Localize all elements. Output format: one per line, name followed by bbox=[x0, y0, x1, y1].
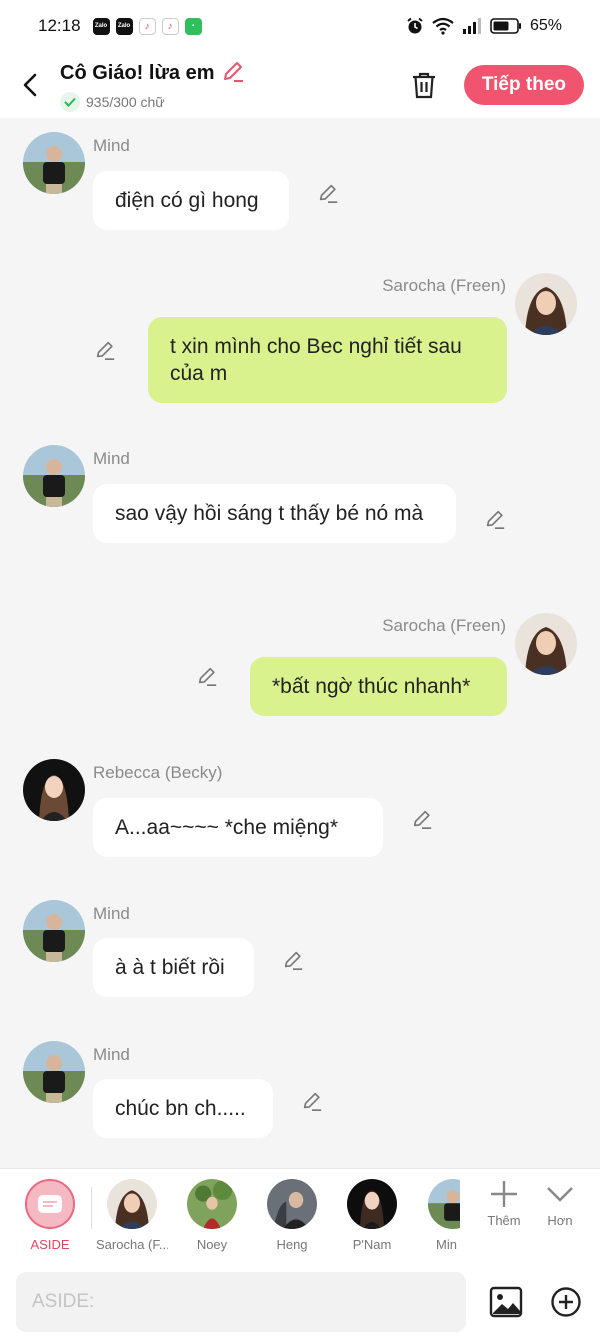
pencil-icon bbox=[96, 341, 115, 360]
battery-percent: 65% bbox=[529, 17, 562, 34]
battery-icon bbox=[490, 18, 521, 34]
character-noey[interactable]: Noey bbox=[172, 1179, 252, 1252]
messages-icon: ▪ bbox=[184, 17, 202, 35]
edit-message-button[interactable] bbox=[482, 506, 508, 532]
aside-icon bbox=[25, 1179, 75, 1229]
word-count: 935/300 chữ bbox=[86, 93, 165, 110]
back-button[interactable] bbox=[0, 55, 60, 115]
character-avatar bbox=[428, 1179, 460, 1229]
image-icon bbox=[489, 1286, 523, 1318]
edit-message-button[interactable] bbox=[92, 337, 118, 363]
message-bubble[interactable]: sao vậy hồi sáng t thấy bé nó mà bbox=[93, 484, 456, 543]
wifi-icon bbox=[432, 17, 454, 35]
delete-button[interactable] bbox=[404, 65, 444, 105]
check-icon bbox=[60, 91, 80, 112]
zalo-icon: Zalo bbox=[115, 17, 133, 35]
tiktok-icon: ♪ bbox=[138, 17, 156, 35]
plus-icon bbox=[491, 1181, 517, 1207]
sender-name: Sarocha (Freen) bbox=[382, 276, 506, 295]
character-name: Heng bbox=[276, 1237, 308, 1252]
avatar-rebecca[interactable] bbox=[23, 759, 85, 821]
character-pnam[interactable]: P'Nam bbox=[332, 1179, 412, 1252]
edit-message-button[interactable] bbox=[280, 947, 306, 973]
character-name: Noey bbox=[196, 1237, 228, 1252]
story-title: Cô Giáo! lừa em bbox=[60, 61, 215, 84]
status-indicators: 65% bbox=[406, 17, 562, 35]
pencil-icon bbox=[198, 667, 217, 686]
status-bar: 12:18 Zalo Zalo ♪ ♪ ▪ 65% bbox=[0, 0, 600, 52]
status-app-icons: Zalo Zalo ♪ ♪ ▪ bbox=[92, 17, 202, 35]
sender-name: Mind bbox=[93, 904, 130, 923]
edit-message-button[interactable] bbox=[315, 180, 341, 206]
trash-icon bbox=[412, 72, 435, 99]
chevron-down-icon bbox=[547, 1187, 573, 1202]
avatar-mind[interactable] bbox=[23, 1041, 85, 1103]
message-input[interactable] bbox=[16, 1272, 466, 1332]
alarm-icon bbox=[407, 17, 423, 34]
chat-messages[interactable]: Mind điện có gì hong Sarocha (Freen) t x… bbox=[0, 118, 600, 1168]
sender-name: Mind bbox=[93, 449, 130, 468]
character-name: Sarocha (F... bbox=[96, 1237, 168, 1252]
next-button[interactable]: Tiếp theo bbox=[463, 65, 584, 105]
message-bubble[interactable]: *bất ngờ thúc nhanh* bbox=[250, 657, 507, 716]
edit-message-button[interactable] bbox=[194, 663, 220, 689]
pencil-icon bbox=[319, 184, 338, 203]
message-bubble[interactable]: chúc bn ch..... bbox=[93, 1079, 273, 1138]
character-heng[interactable]: Heng bbox=[252, 1179, 332, 1252]
sender-name: Mind bbox=[93, 1045, 130, 1064]
avatar-sarocha[interactable] bbox=[515, 273, 577, 335]
sender-name: Sarocha (Freen) bbox=[382, 616, 506, 635]
chat-header: Cô Giáo! lừa em 935/300 chữ Tiếp theo bbox=[0, 52, 600, 118]
add-button[interactable] bbox=[548, 1284, 584, 1320]
input-bar bbox=[0, 1260, 600, 1343]
character-avatar bbox=[187, 1179, 237, 1229]
avatar-mind[interactable] bbox=[23, 900, 85, 962]
character-sarocha[interactable]: Sarocha (F... bbox=[92, 1179, 172, 1252]
more-label: Hơn bbox=[547, 1213, 573, 1228]
character-selector: ASIDE Sarocha (F... Noey Heng P'Nam Min … bbox=[0, 1168, 600, 1260]
character-min[interactable]: Min bbox=[412, 1179, 460, 1252]
character-name: Min bbox=[436, 1237, 457, 1252]
chevron-left-icon bbox=[23, 73, 37, 97]
title-block: Cô Giáo! lừa em 935/300 chữ bbox=[60, 59, 245, 112]
sender-name: Rebecca (Becky) bbox=[93, 763, 223, 782]
edit-message-button[interactable] bbox=[409, 806, 435, 832]
more-button[interactable]: Hơn bbox=[532, 1179, 588, 1228]
avatar-mind[interactable] bbox=[23, 445, 85, 507]
message-bubble[interactable]: điện có gì hong bbox=[93, 171, 289, 230]
pencil-icon bbox=[413, 810, 432, 829]
avatar-sarocha[interactable] bbox=[515, 613, 577, 675]
add-character-button[interactable]: Thêm bbox=[476, 1179, 532, 1228]
character-aside[interactable]: ASIDE bbox=[10, 1179, 90, 1252]
character-avatar bbox=[347, 1179, 397, 1229]
character-name: P'Nam bbox=[352, 1237, 392, 1252]
edit-title-button[interactable] bbox=[221, 59, 245, 88]
pencil-icon bbox=[303, 1092, 322, 1111]
signal-icon bbox=[462, 18, 481, 34]
message-bubble[interactable]: à à t biết rồi bbox=[93, 938, 254, 997]
message-bubble[interactable]: A...aa~~~~ *che miệng* bbox=[93, 798, 383, 857]
insert-image-button[interactable] bbox=[487, 1284, 525, 1320]
character-avatar bbox=[267, 1179, 317, 1229]
avatar-mind[interactable] bbox=[23, 132, 85, 194]
tiktok-icon: ♪ bbox=[161, 17, 179, 35]
zalo-icon: Zalo bbox=[92, 17, 110, 35]
pencil-icon bbox=[223, 61, 243, 82]
character-name: ASIDE bbox=[30, 1237, 70, 1252]
status-time: 12:18 bbox=[38, 16, 81, 35]
sender-name: Mind bbox=[93, 136, 130, 155]
add-label: Thêm bbox=[487, 1213, 521, 1228]
plus-circle-icon bbox=[551, 1287, 581, 1317]
character-avatar bbox=[107, 1179, 157, 1229]
message-bubble[interactable]: t xin mình cho Bec nghỉ tiết sau của m bbox=[148, 317, 507, 403]
pencil-icon bbox=[284, 951, 303, 970]
edit-message-button[interactable] bbox=[299, 1088, 325, 1114]
pencil-icon bbox=[486, 510, 505, 529]
